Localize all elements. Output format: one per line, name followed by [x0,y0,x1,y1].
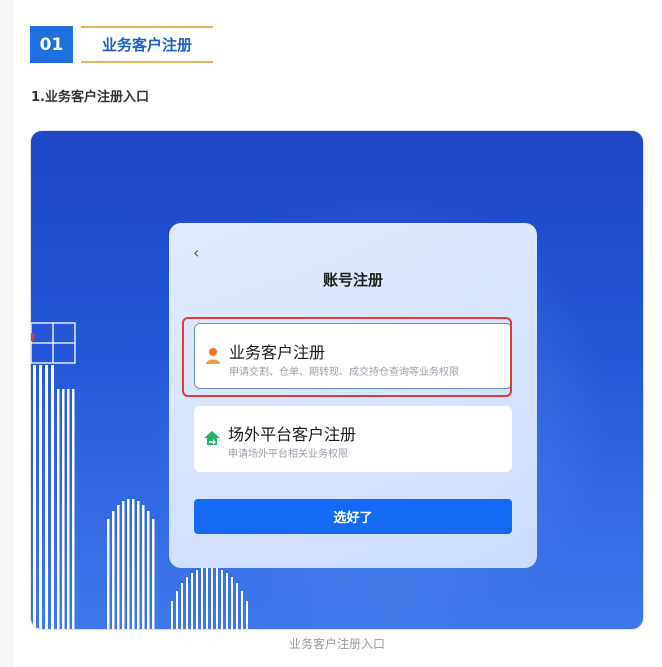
section-number-badge: 01 [30,26,73,63]
image-caption: 业务客户注册入口 [288,637,385,651]
red-highlight-box [182,317,512,397]
confirm-button[interactable]: 选好了 [194,499,512,534]
option-description: 申请场外平台相关业务权限 [228,449,348,460]
option-label: 场外平台客户注册 [228,425,357,444]
step-title: 1.业务客户注册入口 [31,90,149,105]
house-arrow-icon [204,431,220,445]
section-title: 业务客户注册 [81,26,213,63]
back-chevron-icon[interactable]: ‹ [193,245,209,261]
option-otc-platform-registration[interactable]: 场外平台客户注册 申请场外平台相关业务权限 [194,406,512,472]
article-page: 01 业务客户注册 1.业务客户注册入口 ‹ 账号注册 业务客户注册 申请交割、… [14,0,662,667]
dialog-title: 账号注册 [322,271,383,289]
registration-screenshot: ‹ 账号注册 业务客户注册 申请交割、仓单、期转现、成交持仓查询等业务权限 场外… [30,130,644,630]
